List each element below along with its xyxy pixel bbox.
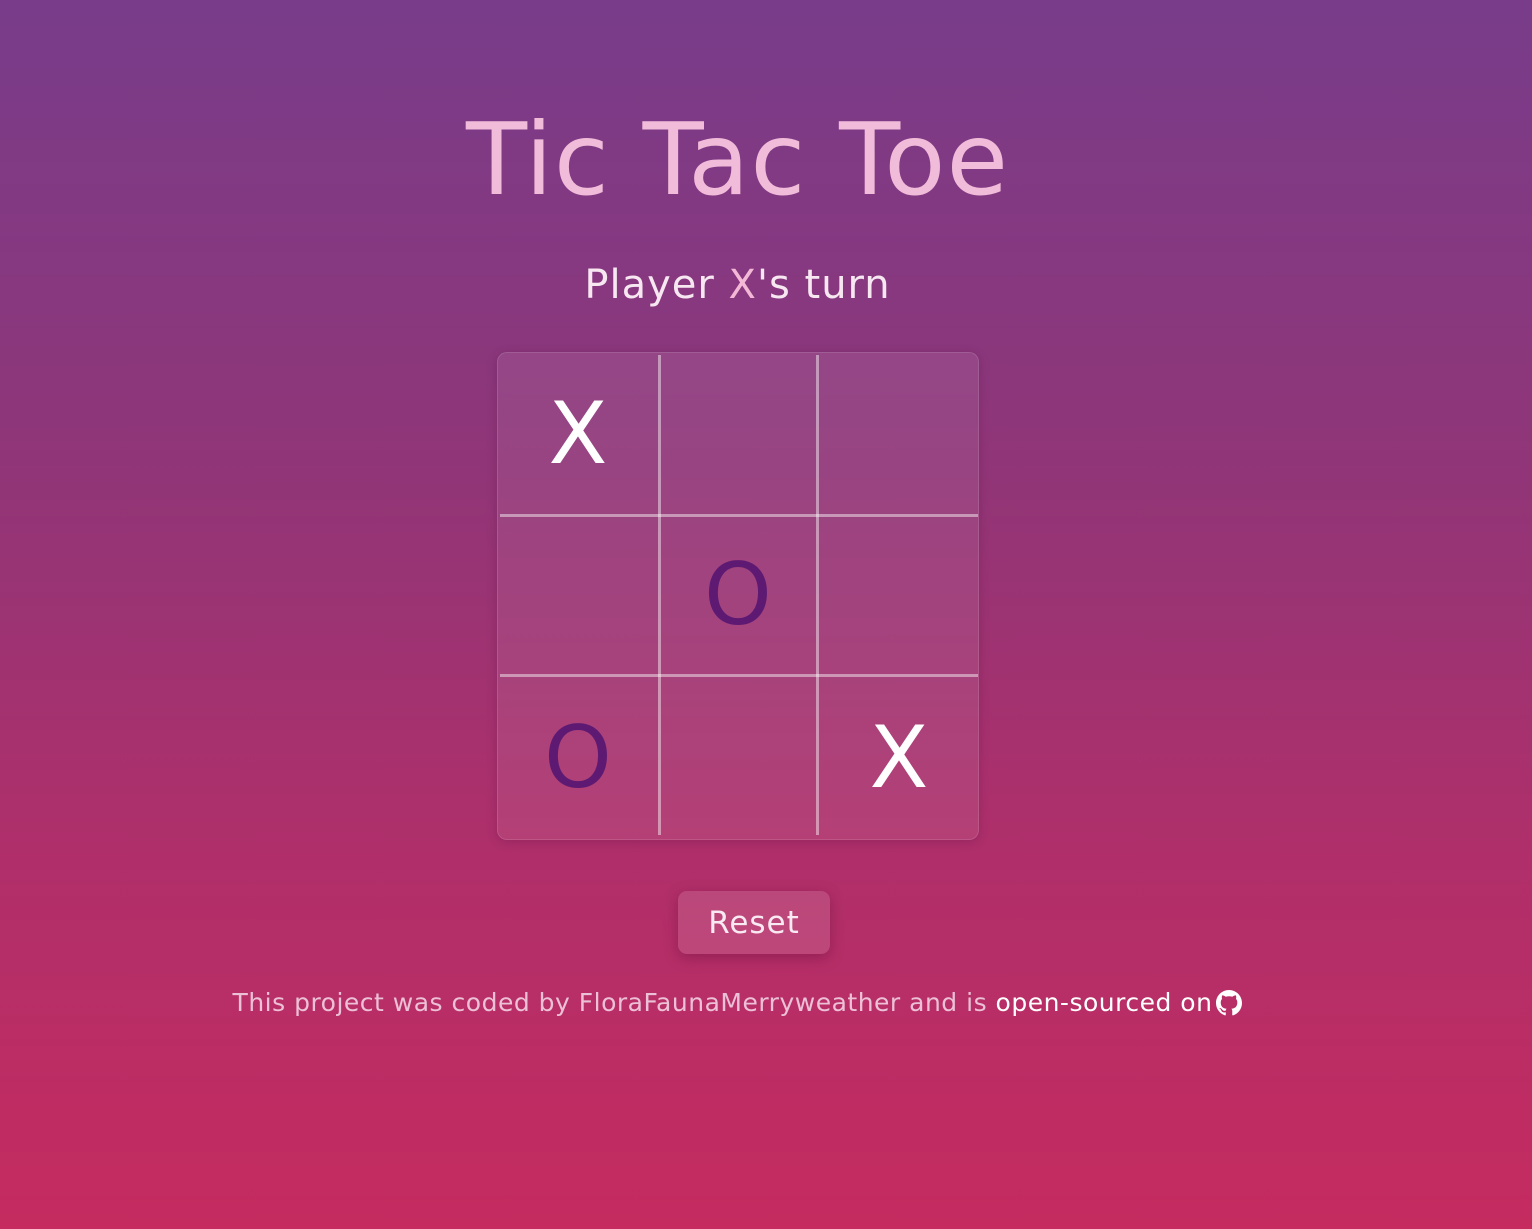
reset-button[interactable]: Reset [678, 891, 830, 954]
o-mark: O [544, 707, 612, 808]
turn-status-suffix: 's turn [756, 262, 891, 308]
board-cell-2-1[interactable] [498, 516, 658, 674]
x-mark: X [548, 383, 608, 484]
grid-line-horizontal-1 [500, 514, 978, 517]
board-cell-2-2[interactable]: O [660, 516, 816, 674]
board-cell-3-1[interactable]: O [498, 676, 658, 839]
github-icon [1216, 990, 1243, 1016]
turn-status-prefix: Player [584, 262, 729, 308]
current-player: X [728, 262, 757, 308]
x-mark: X [869, 707, 929, 808]
grid-line-horizontal-2 [500, 674, 978, 677]
github-link-label: open-sourced on [995, 988, 1213, 1017]
board-cell-1-3[interactable] [818, 353, 978, 514]
board-cell-1-1[interactable]: X [498, 353, 658, 514]
board-cell-3-3[interactable]: X [818, 676, 978, 839]
board-cell-3-2[interactable] [660, 676, 816, 839]
turn-status: Player X's turn [0, 265, 1475, 305]
grid-line-vertical-1 [658, 355, 661, 835]
o-mark: O [704, 545, 772, 645]
github-link[interactable]: open-sourced on [996, 988, 1243, 1017]
footer-text: This project was coded by FloraFaunaMerr… [232, 988, 996, 1017]
page-title: Tic Tac Toe [466, 101, 1009, 218]
footer: This project was coded by FloraFaunaMerr… [0, 988, 1475, 1018]
board-cell-1-2[interactable] [660, 353, 816, 514]
board-cell-2-3[interactable] [818, 516, 978, 674]
game-board: XOOX [497, 352, 979, 840]
board-grid: XOOX [498, 353, 978, 839]
grid-line-vertical-2 [816, 355, 819, 835]
